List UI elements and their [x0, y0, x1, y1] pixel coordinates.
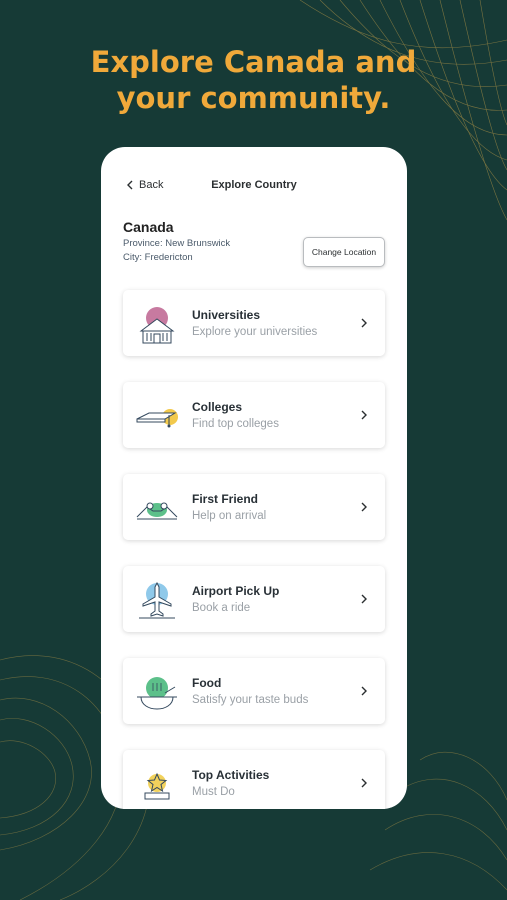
menu-item-subtitle: Book a ride: [192, 602, 251, 614]
province-label: Province: New Brunswick: [123, 238, 231, 249]
menu-item-universities[interactable]: Universities Explore your universities: [123, 290, 385, 356]
menu-item-colleges[interactable]: Colleges Find top colleges: [123, 382, 385, 448]
menu-item-title: Food: [192, 676, 222, 690]
menu-item-top-activities[interactable]: Top Activities Must Do: [123, 750, 385, 809]
navigation-bar: Back Explore Country: [101, 147, 407, 217]
menu-item-food[interactable]: Food Satisfy your taste buds: [123, 658, 385, 724]
university-icon: [139, 307, 175, 344]
star-activity-icon: [144, 772, 170, 800]
chevron-right-icon: [361, 318, 367, 328]
menu-item-title: Airport Pick Up: [192, 584, 280, 598]
chevron-right-icon: [361, 686, 367, 696]
college-icon: [136, 409, 178, 428]
chevron-right-icon: [361, 502, 367, 512]
menu-item-title: Colleges: [192, 400, 243, 414]
chevron-right-icon: [361, 778, 367, 788]
menu-item-subtitle: Must Do: [192, 786, 235, 798]
city-label: City: Fredericton: [123, 252, 193, 263]
headline: Explore Canada and your community.: [0, 44, 507, 116]
headline-line-2: your community.: [116, 81, 391, 115]
menu-item-title: Universities: [192, 308, 261, 322]
menu-item-airport-pick-up[interactable]: Airport Pick Up Book a ride: [123, 566, 385, 632]
menu-item-subtitle: Find top colleges: [192, 418, 279, 430]
menu-item-subtitle: Help on arrival: [192, 510, 267, 522]
chevron-right-icon: [361, 410, 367, 420]
country-name: Canada: [123, 219, 174, 235]
phone-screen: Back Explore Country Canada Province: Ne…: [101, 147, 407, 809]
chevron-right-icon: [361, 594, 367, 604]
page-title: Explore Country: [211, 179, 297, 191]
menu-item-title: Top Activities: [192, 768, 270, 782]
first-friend-icon: [136, 502, 178, 520]
menu-item-first-friend[interactable]: First Friend Help on arrival: [123, 474, 385, 540]
menu-item-subtitle: Explore your universities: [192, 326, 318, 338]
food-bowl-icon: [137, 677, 177, 710]
change-location-button[interactable]: Change Location: [303, 237, 385, 267]
menu-item-title: First Friend: [192, 492, 259, 506]
airplane-icon: [139, 581, 175, 619]
headline-line-1: Explore Canada and: [90, 45, 417, 79]
menu-item-subtitle: Satisfy your taste buds: [192, 694, 309, 706]
